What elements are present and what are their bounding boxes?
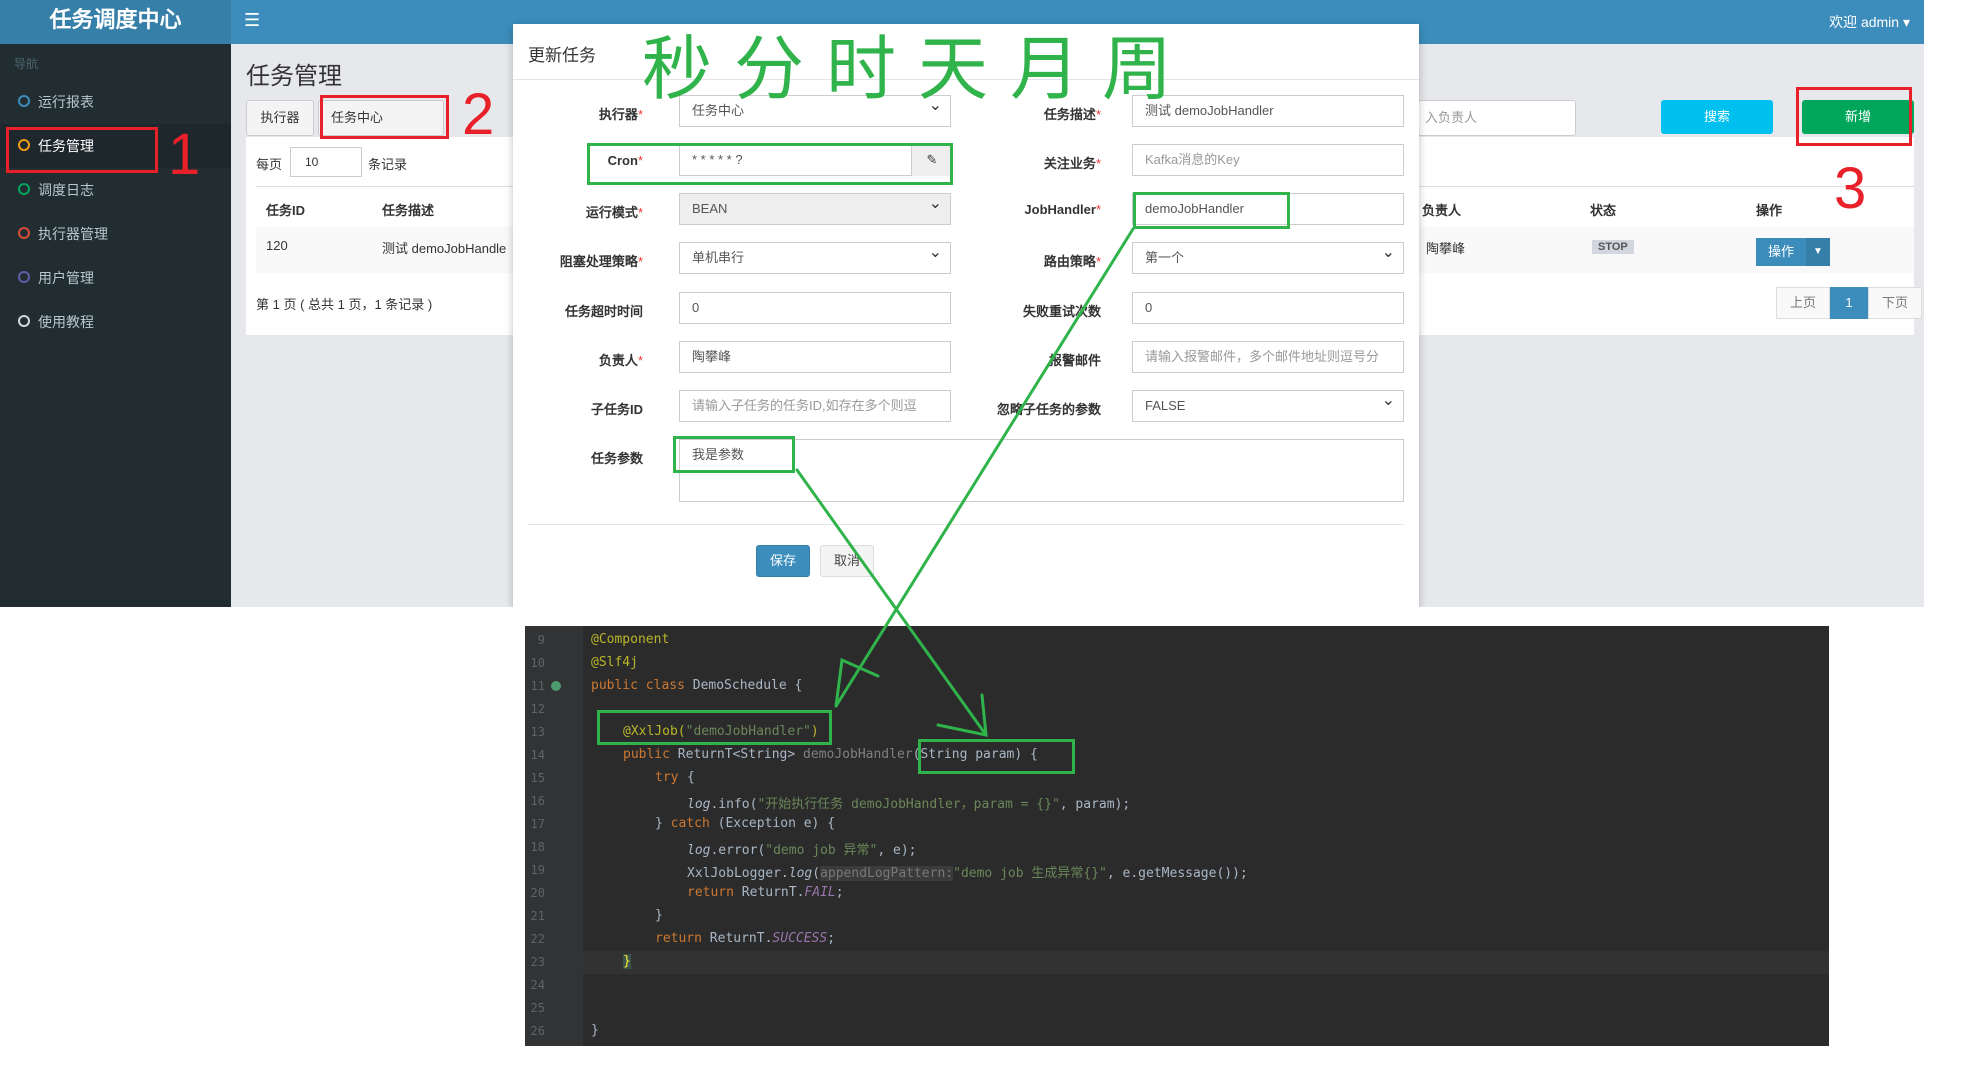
annotation-arrows [795, 227, 1135, 737]
arrow-handler-to-annotation [834, 227, 1135, 708]
arrow-head [834, 657, 880, 708]
